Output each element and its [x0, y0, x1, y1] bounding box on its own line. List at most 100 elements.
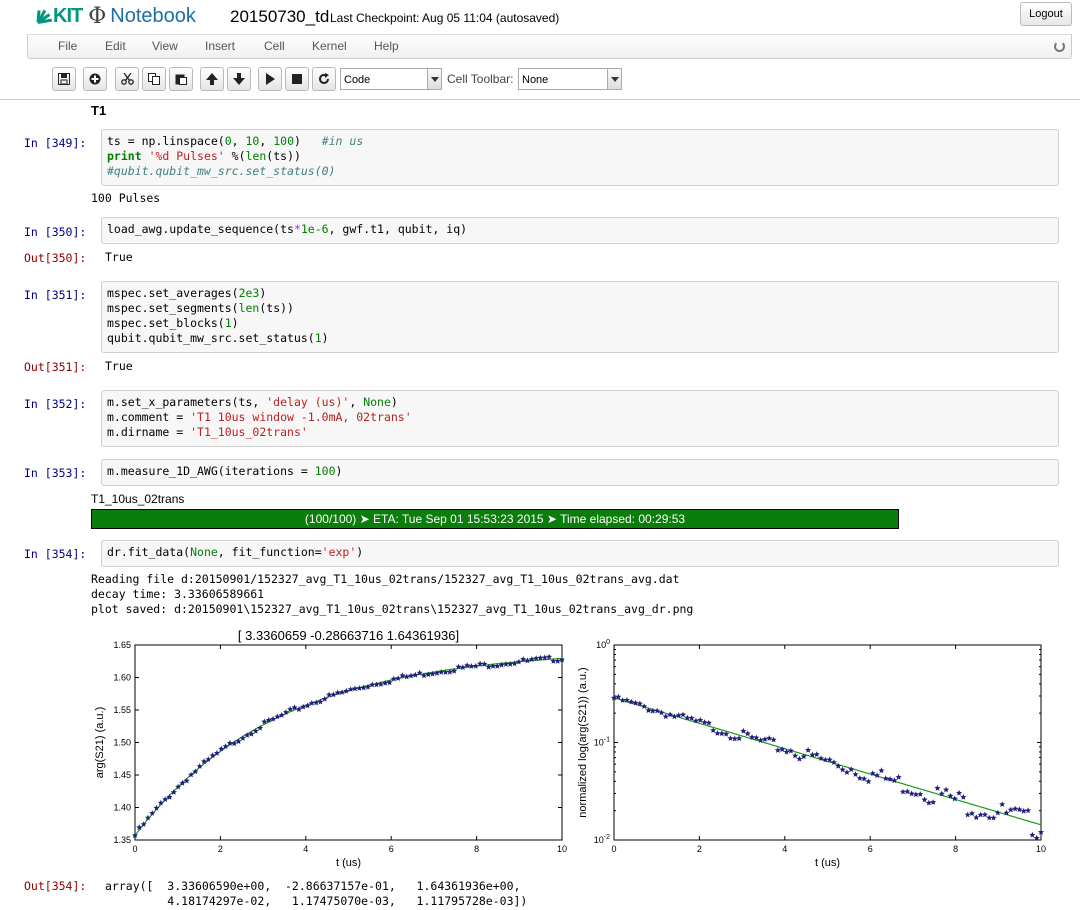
code-cell-354[interactable]: dr.fit_data(None, fit_function='exp') [101, 540, 1059, 567]
chart-title: [ 3.3360659 -0.28663716 1.64361936] [238, 628, 459, 643]
y-tick-label: 10-1 [594, 737, 610, 748]
add-cell-icon [89, 73, 101, 85]
phi-logo: Φ [88, 3, 107, 29]
restart-icon [319, 73, 329, 84]
copy-icon [148, 73, 160, 85]
paste-icon [175, 74, 187, 85]
x-tick-label: 6 [868, 844, 873, 854]
checkpoint-status: Last Checkpoint: Aug 05 11:04 (autosaved… [330, 11, 560, 25]
menu-help[interactable]: Help [374, 39, 399, 53]
menu-file[interactable]: File [58, 39, 77, 53]
x-tick-label: 0 [611, 844, 616, 854]
out-prompt-354: Out[354]: [24, 879, 87, 893]
cell-toolbar-value: None [522, 74, 549, 86]
output-line-3: plot saved: d:20150901\152327_avg_T1_10u… [91, 602, 694, 616]
fit-chart-linear: 0 2 4 6 8 10 1.35 1.40 1.45 1.50 1.55 1.60 1.65 t (us… [94, 628, 567, 869]
paste-button[interactable] [169, 67, 193, 91]
y-tick-label: 10-2 [594, 834, 610, 845]
code-cell-351[interactable]: mspec.set_averages(2e3) mspec.set_segmen… [101, 281, 1059, 353]
chevron-down-icon [427, 69, 441, 89]
array-line-1: array([ 3.33606590e+00, -2.86637157e-01,… [105, 879, 521, 893]
kernel-status-icon [1054, 41, 1065, 52]
chevron-down-icon [607, 69, 621, 89]
logout-button[interactable]: Logout [1020, 2, 1072, 26]
kit-wing-icon [36, 7, 53, 25]
cell-toolbar-select[interactable]: None [518, 68, 622, 90]
menu-view[interactable]: View [152, 39, 178, 53]
output-line-2: decay time: 3.33606589661 [91, 587, 265, 601]
kit-notebook-logo[interactable]: KIT Φ Notebook [36, 3, 196, 29]
run-icon [266, 73, 275, 85]
x-tick-label: 0 [132, 844, 137, 854]
in-prompt-351: In [351]: [24, 288, 87, 302]
x-tick-label: 2 [697, 844, 702, 854]
measurement-name: T1_10us_02trans [91, 492, 185, 506]
move-cell-down-button[interactable] [227, 67, 251, 91]
move-up-icon [206, 73, 218, 85]
code-cell-352[interactable]: m.set_x_parameters(ts, 'delay (us)', Non… [101, 390, 1059, 447]
in-prompt-350: In [350]: [24, 225, 87, 239]
restart-kernel-button[interactable] [312, 67, 336, 91]
copy-button[interactable] [142, 67, 166, 91]
progress-bar: (100/100) ➤ ETA: Tue Sep 01 15:53:23 201… [91, 509, 899, 529]
kit-wordmark: KIT [53, 4, 83, 27]
in-prompt-349: In [349]: [24, 136, 87, 150]
output-line-1: Reading file d:20150901/152327_avg_T1_10… [91, 572, 680, 586]
save-icon [58, 73, 70, 85]
toolbar-divider [0, 99, 1080, 100]
in-prompt-354: In [354]: [24, 547, 87, 561]
x-tick-label: 4 [782, 844, 787, 854]
x-tick-label: 10 [557, 844, 567, 854]
x-tick-label: 4 [303, 844, 308, 854]
y-tick-label: 1.40 [113, 803, 131, 813]
array-line-2: 4.18174297e-02, 1.17475070e-03, 1.117957… [105, 894, 528, 908]
cell-toolbar-label: Cell Toolbar: [447, 72, 514, 86]
cut-icon [121, 73, 134, 85]
stop-icon [292, 74, 302, 84]
notebook-wordmark: Notebook [110, 4, 196, 27]
y-tick-label: 1.55 [113, 705, 131, 715]
interrupt-kernel-button[interactable] [285, 67, 309, 91]
output-349: 100 Pulses [91, 191, 161, 205]
y-tick-label: 1.50 [113, 738, 131, 748]
fit-chart-log: 0 2 4 6 8 10 10-2 10-1 100 t (us) normalized log(a… [577, 639, 1046, 869]
cell-type-select[interactable]: Code [340, 68, 442, 90]
x-tick-label: 2 [218, 844, 223, 854]
y-tick-label: 1.60 [113, 673, 131, 683]
plot-area [613, 644, 1042, 841]
output-350: True [105, 250, 133, 264]
markdown-heading: T1 [91, 103, 107, 118]
x-axis-label: t (us) [336, 857, 361, 869]
x-tick-label: 8 [474, 844, 479, 854]
menubar: File Edit View Insert Cell Kernel Help [27, 34, 1072, 59]
move-cell-up-button[interactable] [200, 67, 224, 91]
code-cell-350[interactable]: load_awg.update_sequence(ts*1e-6, gwf.t1… [101, 217, 1059, 244]
out-prompt-351: Out[351]: [24, 360, 87, 374]
in-prompt-353: In [353]: [24, 466, 87, 480]
y-tick-label: 1.45 [113, 770, 131, 780]
menu-kernel[interactable]: Kernel [312, 39, 347, 53]
y-tick-label: 1.65 [113, 640, 131, 650]
plot-area [134, 644, 563, 841]
x-tick-label: 8 [953, 844, 958, 854]
run-cell-button[interactable] [258, 67, 282, 91]
move-down-icon [233, 73, 245, 85]
menu-cell[interactable]: Cell [264, 39, 285, 53]
y-tick-label: 1.35 [113, 835, 131, 845]
code-cell-349[interactable]: ts = np.linspace(0, 10, 100) #in us prin… [101, 129, 1059, 186]
y-axis-label: normalized log(arg(S21)) (a.u.) [577, 667, 589, 817]
menu-insert[interactable]: Insert [205, 39, 235, 53]
x-tick-label: 10 [1036, 844, 1046, 854]
x-tick-label: 6 [389, 844, 394, 854]
in-prompt-352: In [352]: [24, 397, 87, 411]
notebook-name[interactable]: 20150730_td [230, 7, 329, 27]
cut-button[interactable] [115, 67, 139, 91]
y-axis-label: arg(S21) (a.u.) [94, 707, 106, 779]
save-button[interactable] [52, 67, 76, 91]
code-cell-353[interactable]: m.measure_1D_AWG(iterations = 100) [101, 459, 1059, 486]
menu-edit[interactable]: Edit [105, 39, 126, 53]
insert-cell-button[interactable] [83, 67, 107, 91]
y-tick-label: 100 [596, 639, 610, 650]
header: KIT Φ Notebook 20150730_td Last Checkpoi… [0, 0, 1080, 33]
output-351: True [105, 359, 133, 373]
